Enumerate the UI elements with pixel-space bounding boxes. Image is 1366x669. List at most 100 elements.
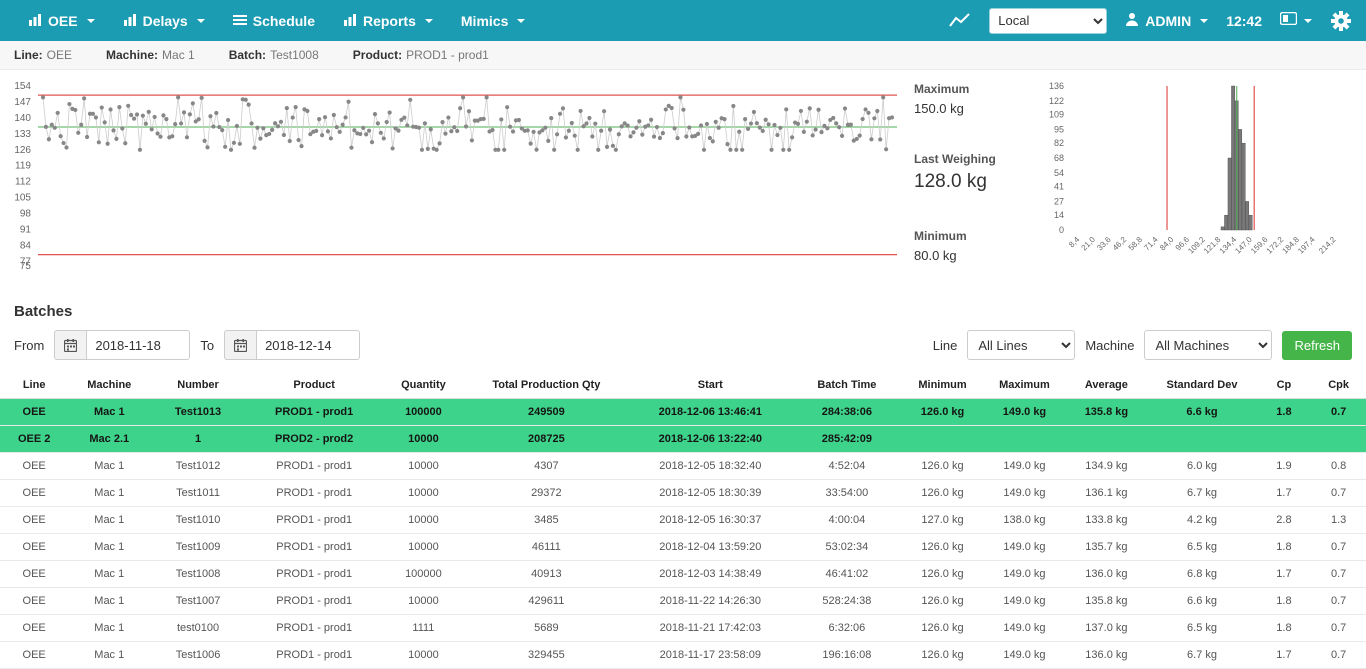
table-row[interactable]: OEEMac 1Test1010PROD1 - prod110000348520… [0, 507, 1366, 534]
table-cell [1065, 426, 1147, 453]
column-header-total-production-qty[interactable]: Total Production Qty [464, 372, 628, 399]
table-cell: 10000 [382, 507, 464, 534]
language-menu[interactable] [1280, 12, 1312, 30]
table-cell: 6.0 kg [1147, 453, 1256, 480]
table-cell [1147, 426, 1256, 453]
table-row[interactable]: OEEMac 1Test1008PROD1 - prod110000040913… [0, 561, 1366, 588]
table-cell: 29372 [464, 480, 628, 507]
table-cell: OEE [0, 534, 68, 561]
column-header-batch-time[interactable]: Batch Time [792, 372, 901, 399]
nav-item-reports[interactable]: Reports [329, 13, 447, 29]
table-cell: 149.0 kg [983, 615, 1065, 642]
column-header-number[interactable]: Number [150, 372, 246, 399]
table-cell: 1.8 [1257, 615, 1312, 642]
svg-text:58,8: 58,8 [1127, 235, 1145, 253]
table-cell: 429611 [464, 588, 628, 615]
table-cell: 46111 [464, 534, 628, 561]
table-cell: OEE [0, 399, 68, 426]
table-cell [1257, 426, 1312, 453]
line-chart-icon[interactable] [949, 13, 971, 28]
line-label: Line [933, 338, 958, 353]
stat-value: 80.0 kg [914, 248, 1032, 263]
table-row[interactable]: OEEMac 1Test1007PROD1 - prod110000429611… [0, 588, 1366, 615]
batches-section: Batches From To Line All Lines Machine A… [0, 303, 1366, 669]
column-header-product[interactable]: Product [246, 372, 383, 399]
table-cell: OEE 2 [0, 426, 68, 453]
table-cell: 1.8 [1257, 534, 1312, 561]
svg-text:140: 140 [14, 113, 31, 124]
table-cell: 149.0 kg [983, 561, 1065, 588]
nav-item-mimics[interactable]: Mimics [447, 13, 539, 29]
schedule-icon [233, 13, 247, 29]
table-cell: 1111 [382, 615, 464, 642]
nav-item-oee[interactable]: OEE [14, 13, 109, 29]
table-cell: 0.7 [1311, 480, 1366, 507]
table-cell: 0.8 [1311, 453, 1366, 480]
column-header-average[interactable]: Average [1065, 372, 1147, 399]
table-row[interactable]: OEEMac 1Test1009PROD1 - prod110000461112… [0, 534, 1366, 561]
table-row[interactable]: OEEMac 1Test1012PROD1 - prod110000430720… [0, 453, 1366, 480]
nav-item-schedule[interactable]: Schedule [219, 13, 329, 29]
table-cell: PROD1 - prod1 [246, 588, 383, 615]
to-date-input[interactable] [256, 330, 360, 360]
table-cell: 100000 [382, 399, 464, 426]
column-header-maximum[interactable]: Maximum [983, 372, 1065, 399]
nav-item-delays[interactable]: Delays [109, 13, 219, 29]
chevron-down-icon [517, 19, 525, 23]
table-cell: 1.8 [1257, 399, 1312, 426]
table-cell: OEE [0, 453, 68, 480]
stat-label: Last Weighing [914, 152, 1032, 166]
settings-gear-icon[interactable] [1330, 10, 1352, 32]
table-cell: test0100 [150, 615, 246, 642]
svg-text:119: 119 [15, 161, 31, 172]
refresh-button[interactable]: Refresh [1282, 331, 1352, 360]
column-header-minimum[interactable]: Minimum [902, 372, 984, 399]
nav-left: OEE Delays Schedule Reports Mimics [14, 13, 539, 29]
svg-text:105: 105 [14, 193, 31, 204]
column-header-standard-dev[interactable]: Standard Dev [1147, 372, 1256, 399]
svg-text:112: 112 [15, 177, 31, 188]
column-header-machine[interactable]: Machine [68, 372, 150, 399]
table-cell: 134.9 kg [1065, 453, 1147, 480]
column-header-cpk[interactable]: Cpk [1311, 372, 1366, 399]
line-select[interactable]: All Lines [967, 330, 1075, 360]
bar-chart-icon [123, 13, 137, 29]
chevron-down-icon [425, 19, 433, 23]
table-cell: 149.0 kg [983, 480, 1065, 507]
calendar-icon[interactable] [224, 330, 256, 360]
server-select[interactable]: Local [989, 8, 1107, 34]
table-cell: 2018-11-21 17:42:03 [628, 615, 792, 642]
svg-text:75: 75 [20, 261, 32, 272]
weighings-line [43, 97, 892, 149]
table-cell: Mac 2.1 [68, 426, 150, 453]
column-header-line[interactable]: Line [0, 372, 68, 399]
table-cell: 126.0 kg [902, 534, 984, 561]
table-cell: 135.8 kg [1065, 588, 1147, 615]
to-date-group [224, 330, 360, 360]
calendar-icon[interactable] [54, 330, 86, 360]
table-cell: 1.8 [1257, 588, 1312, 615]
user-menu[interactable]: ADMIN [1125, 12, 1208, 29]
table-cell: 149.0 kg [983, 534, 1065, 561]
table-cell: 126.0 kg [902, 588, 984, 615]
table-row[interactable]: OEEMac 1test0100PROD1 - prod111115689201… [0, 615, 1366, 642]
table-cell: PROD1 - prod1 [246, 561, 383, 588]
table-row[interactable]: OEEMac 1Test1006PROD1 - prod110000329455… [0, 642, 1366, 669]
table-cell: 10000 [382, 453, 464, 480]
table-row[interactable]: OEE 2Mac 2.11PROD2 - prod210000208725201… [0, 426, 1366, 453]
table-cell: 2018-12-05 16:30:37 [628, 507, 792, 534]
table-cell: 0.7 [1311, 615, 1366, 642]
table-cell: 126.0 kg [902, 399, 984, 426]
from-date-input[interactable] [86, 330, 190, 360]
table-cell: Test1009 [150, 534, 246, 561]
table-cell: 2018-12-06 13:22:40 [628, 426, 792, 453]
column-header-quantity[interactable]: Quantity [382, 372, 464, 399]
weighing-stats: Maximum 150.0 kg Last Weighing 128.0 kg … [904, 78, 1032, 263]
table-cell: 2018-12-04 13:59:20 [628, 534, 792, 561]
table-row[interactable]: OEEMac 1Test1013PROD1 - prod110000024950… [0, 399, 1366, 426]
column-header-start[interactable]: Start [628, 372, 792, 399]
machine-select[interactable]: All Machines [1144, 330, 1272, 360]
table-cell: Mac 1 [68, 480, 150, 507]
table-row[interactable]: OEEMac 1Test1011PROD1 - prod110000293722… [0, 480, 1366, 507]
column-header-cp[interactable]: Cp [1257, 372, 1312, 399]
